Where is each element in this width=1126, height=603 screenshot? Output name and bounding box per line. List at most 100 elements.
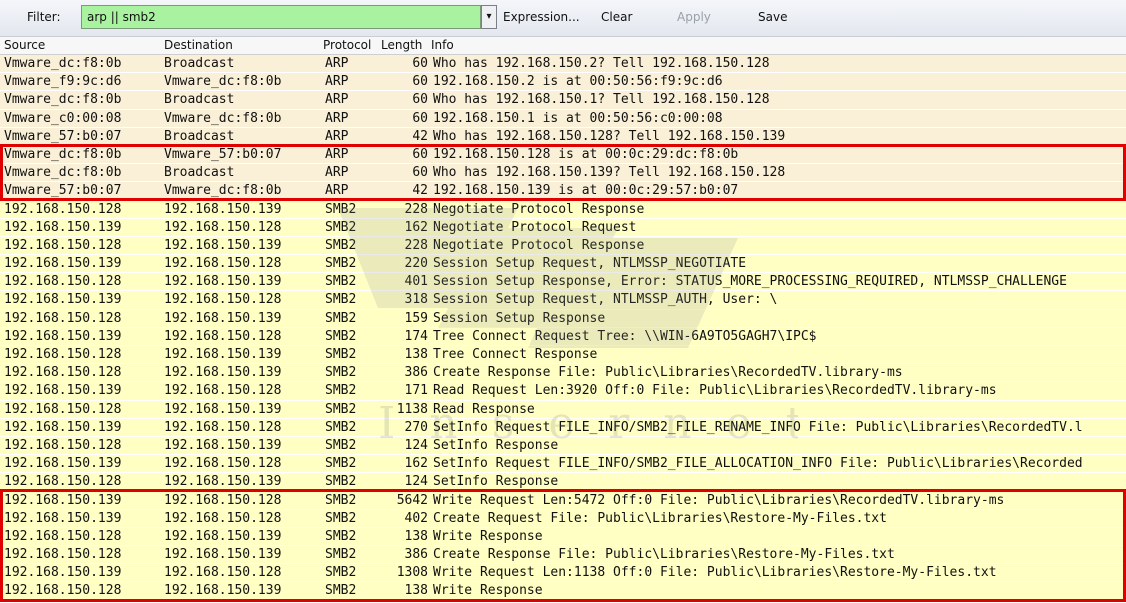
packet-row[interactable]: 192.168.150.128 192.168.150.139 SMB2 386 Cre… [0,364,1126,383]
packet-destination: 192.168.150.139 [164,347,282,362]
packet-protocol: SMB2 [325,274,357,290]
packet-source: Vmware_dc:f8:0b [4,92,122,108]
packet-row[interactable]: 192.168.150.139 192.168.150.128 SMB2 171 Rea… [0,382,1126,401]
packet-length: 174 [404,328,428,344]
packet-row[interactable]: 192.168.150.139 192.168.150.128 SMB2 270 Set… [0,418,1126,437]
packet-destination: 192.168.150.128 [164,456,282,472]
packet-destination: 192.168.150.128 [164,219,282,235]
packet-source: Vmware_dc:f8:0b [4,56,122,71]
packet-length: 401 [404,274,428,290]
packet-row[interactable]: Vmware_c0:00:08 Vmware_dc:f8:0b ARP 60 192.1… [0,109,1126,128]
packet-list-header: Source Destination Protocol Length Info [0,37,1126,55]
packet-length: 171 [404,383,428,399]
packet-length: 228 [404,201,428,217]
column-header-source[interactable]: Source [4,38,45,52]
packet-destination: 192.168.150.139 [164,201,282,217]
packet-protocol: SMB2 [325,401,357,417]
column-header-protocol[interactable]: Protocol [323,38,371,52]
clear-button[interactable]: Clear [601,10,632,24]
packet-destination: Vmware_dc:f8:0b [164,110,282,126]
packet-length: 162 [404,219,428,235]
packet-length: 60 [412,74,428,90]
packet-protocol: SMB2 [325,256,357,272]
packet-info: Session Setup Response [433,310,606,326]
packet-info: Negotiate Protocol Response [433,237,645,253]
packet-protocol: SMB2 [325,237,357,253]
packet-destination: Broadcast [164,92,235,108]
packet-length: 124 [404,437,428,453]
packet-protocol: SMB2 [325,456,357,472]
highlight-box-arp [0,144,1126,201]
packet-length: 386 [404,365,428,381]
packet-protocol: SMB2 [325,310,357,326]
packet-row[interactable]: 192.168.150.128 192.168.150.139 SMB2 138 Tre… [0,346,1126,365]
packet-row[interactable]: 192.168.150.128 192.168.150.139 SMB2 159 Ses… [0,309,1126,328]
packet-destination: Vmware_dc:f8:0b [164,74,282,90]
packet-protocol: SMB2 [325,419,357,435]
packet-info: Session Setup Response, Error: STATUS_MO… [433,274,1067,290]
packet-row[interactable]: 192.168.150.139 192.168.150.128 SMB2 162 Neg… [0,218,1126,237]
packet-info: Read Request Len:3920 Off:0 File: Public… [433,383,997,399]
filter-toolbar: Filter: arp || smb2 ▾ Expression... Clea… [0,0,1126,37]
packet-source: 192.168.150.128 [4,274,122,290]
packet-row[interactable]: 192.168.150.139 192.168.150.128 SMB2 162 Set… [0,455,1126,474]
packet-source: 192.168.150.128 [4,237,122,253]
packet-protocol: ARP [325,56,349,71]
packet-source: 192.168.150.139 [4,292,122,308]
packet-row[interactable]: 192.168.150.139 192.168.150.128 SMB2 318 Ses… [0,291,1126,310]
packet-info: SetInfo Request FILE_INFO/SMB2_FILE_ALLO… [433,456,1083,472]
filter-dropdown-button[interactable]: ▾ [481,5,497,29]
packet-row[interactable]: Vmware_f9:9c:d6 Vmware_dc:f8:0b ARP 60 192.1… [0,73,1126,92]
packet-row[interactable]: 192.168.150.128 192.168.150.139 SMB2 228 Neg… [0,236,1126,256]
column-header-destination[interactable]: Destination [164,38,233,52]
packet-info: Who has 192.168.150.1? Tell 192.168.150.… [433,92,770,108]
packet-row[interactable]: 192.168.150.128 192.168.150.139 SMB2 401 Ses… [0,273,1126,292]
packet-row[interactable]: Vmware_dc:f8:0b Broadcast ARP 60 Who has 192… [0,55,1126,74]
packet-source: 192.168.150.128 [4,437,122,453]
packet-protocol: SMB2 [325,201,357,217]
packet-source: 192.168.150.128 [4,201,122,217]
packet-row[interactable]: 192.168.150.128 192.168.150.139 SMB2 1138 Re… [0,400,1126,419]
packet-protocol: ARP [325,110,349,126]
packet-length: 228 [404,237,428,253]
apply-button[interactable]: Apply [677,10,711,24]
packet-protocol: ARP [325,74,349,90]
display-filter-input[interactable]: arp || smb2 [81,5,481,29]
packet-row[interactable]: 192.168.150.128 192.168.150.139 SMB2 228 Neg… [0,200,1126,219]
packet-info: SetInfo Response [433,437,559,453]
packet-destination: 192.168.150.128 [164,419,282,435]
packet-length: 60 [412,56,428,71]
packet-source: 192.168.150.128 [4,401,122,417]
packet-protocol: SMB2 [325,328,357,344]
packet-length: 318 [404,292,428,308]
packet-source: 192.168.150.139 [4,328,122,344]
packet-row[interactable]: 192.168.150.128 192.168.150.139 SMB2 124 Set… [0,436,1126,456]
packet-protocol: ARP [325,92,349,108]
save-button[interactable]: Save [758,10,787,24]
packet-source: Vmware_f9:9c:d6 [4,74,122,90]
packet-destination: 192.168.150.139 [164,310,282,326]
packet-info: Create Response File: Public\Libraries\R… [433,365,903,381]
packet-row[interactable]: Vmware_dc:f8:0b Broadcast ARP 60 Who has 192… [0,91,1126,110]
packet-row[interactable]: 192.168.150.139 192.168.150.128 SMB2 174 Tre… [0,327,1126,346]
packet-length: 159 [404,310,428,326]
packet-destination: 192.168.150.139 [164,401,282,417]
packet-length: 162 [404,456,428,472]
column-header-length[interactable]: Length [381,38,422,52]
packet-info: Tree Connect Response [433,347,598,362]
expression-button[interactable]: Expression... [503,10,580,24]
packet-info: 192.168.150.2 is at 00:50:56:f9:9c:d6 [433,74,723,90]
packet-source: 192.168.150.139 [4,256,122,272]
packet-destination: 192.168.150.139 [164,237,282,253]
packet-source: 192.168.150.128 [4,310,122,326]
packet-protocol: SMB2 [325,383,357,399]
column-header-info[interactable]: Info [431,38,454,52]
packet-row[interactable]: 192.168.150.139 192.168.150.128 SMB2 220 Ses… [0,255,1126,274]
packet-destination: Broadcast [164,56,235,71]
chevron-down-icon: ▾ [486,11,492,22]
packet-protocol: SMB2 [325,347,357,362]
packet-length: 220 [404,256,428,272]
packet-source: 192.168.150.139 [4,383,122,399]
filter-label: Filter: [27,10,61,24]
packet-info: Who has 192.168.150.2? Tell 192.168.150.… [433,56,770,71]
